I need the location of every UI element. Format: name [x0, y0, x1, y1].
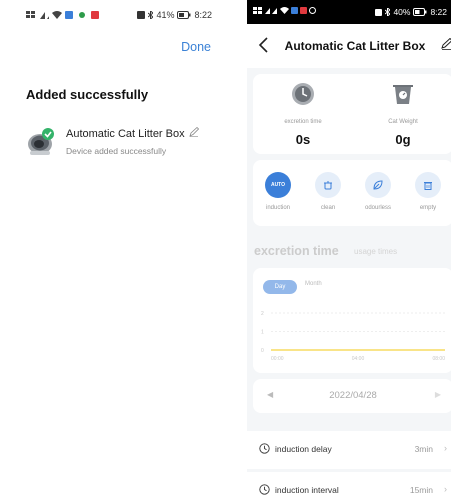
wifi-icon	[280, 7, 289, 14]
litter-box-image	[28, 128, 54, 155]
device-row[interactable]: Automatic Cat Litter Box Device added su…	[26, 125, 216, 161]
nfc-icon	[375, 8, 383, 16]
chevron-right-icon: ›	[444, 443, 447, 453]
clock-icon	[259, 484, 270, 495]
chevron-right-icon: ›	[444, 484, 447, 494]
chart-tabs: excretion time usage times	[254, 244, 397, 258]
scale-icon	[393, 85, 413, 104]
app-icon	[291, 7, 298, 14]
battery-percent: 41%	[156, 10, 175, 20]
nfc-icon	[137, 11, 146, 19]
pane-gap	[225, 0, 247, 500]
wifi-icon	[52, 11, 62, 19]
chart-card: Day Month 2 1 0 00:00 04:00 08:00	[253, 268, 451, 373]
nav-header: Automatic Cat Litter Box	[247, 24, 451, 68]
setting-label: induction interval	[275, 485, 339, 495]
signal-icon	[265, 8, 277, 14]
status-bar: 40% 8:22	[247, 0, 451, 24]
next-date-arrow-icon[interactable]: ▶	[435, 390, 441, 399]
stat-cat-weight: Cat Weight 0g	[358, 74, 448, 154]
edit-pencil-icon[interactable]	[441, 38, 451, 50]
page-title: Automatic Cat Litter Box	[284, 39, 426, 53]
system-icon	[309, 7, 316, 14]
device-name-text: Automatic Cat Litter Box	[66, 128, 185, 140]
bluetooth-icon	[148, 11, 154, 19]
device-status: Device added successfully	[66, 146, 167, 156]
x-tick-label: 00:00	[271, 356, 284, 362]
tab-usage-times[interactable]: usage times	[354, 247, 397, 256]
status-bar-right: 41% 8:22	[137, 8, 212, 22]
bluetooth-icon	[385, 8, 391, 16]
trash-icon	[415, 172, 441, 198]
clock-icon	[259, 443, 270, 454]
stat-excretion-time: excretion time 0s	[258, 74, 348, 154]
setting-value: 3min	[414, 444, 433, 454]
battery-icon	[177, 11, 191, 19]
stat-value: 0s	[295, 132, 311, 147]
action-label: empty	[419, 205, 437, 211]
page-title: Added successfully	[26, 87, 149, 102]
date-selector: ◀ 2022/04/28 ▶	[253, 379, 451, 413]
chart: 2 1 0 00:00 04:00 08:00	[261, 311, 445, 362]
selected-date: 2022/04/28	[329, 390, 377, 401]
y-tick-label: 0	[261, 348, 264, 354]
action-label: induction	[265, 205, 291, 211]
app-icon	[65, 11, 73, 19]
stats-card: excretion time 0s Cat Weight 0g	[253, 74, 451, 154]
sim-icon	[253, 7, 262, 14]
auto-icon: AUTO	[265, 172, 291, 198]
signal-icon	[40, 12, 49, 19]
status-bar-left	[26, 8, 101, 22]
setting-label: induction delay	[275, 444, 332, 454]
left-screen: 41% 8:22 Done Added successfully Automat…	[0, 0, 225, 500]
leaf-icon	[365, 172, 391, 198]
setting-induction-interval[interactable]: induction interval 15min ›	[247, 472, 451, 500]
location-icon	[79, 12, 85, 18]
tab-excretion-time[interactable]: excretion time	[254, 244, 339, 258]
clock-time: 8:22	[194, 10, 212, 20]
setting-induction-delay[interactable]: induction delay 3min ›	[247, 431, 451, 469]
battery-icon	[413, 8, 427, 16]
stat-label: excretion time	[284, 119, 322, 125]
action-label: odourless	[364, 205, 391, 211]
auto-badge: AUTO	[270, 182, 286, 188]
y-tick-label: 1	[261, 330, 264, 336]
notification-icon	[300, 7, 307, 14]
stat-label: Cat Weight	[388, 119, 418, 125]
x-tick-label: 04:00	[352, 356, 365, 362]
clock-time: 8:22	[430, 7, 447, 17]
setting-value: 15min	[409, 485, 433, 495]
right-screen: 40% 8:22 Automatic Cat Litter Box excret…	[247, 0, 451, 500]
y-tick-label: 2	[261, 311, 264, 317]
clean-icon	[315, 172, 341, 198]
clock-icon	[292, 83, 314, 105]
edit-pencil-icon[interactable]	[188, 127, 199, 137]
x-tick-label: 08:00	[432, 356, 445, 362]
done-button[interactable]: Done	[181, 40, 211, 54]
actions-card: AUTO induction clean odourless empty	[253, 160, 451, 226]
battery-percent: 40%	[393, 7, 411, 17]
sim-icon	[26, 11, 35, 18]
notification-icon	[91, 11, 99, 19]
stat-value: 0g	[395, 132, 411, 147]
device-name: Automatic Cat Litter Box	[66, 127, 199, 140]
action-label: clean	[320, 205, 336, 211]
